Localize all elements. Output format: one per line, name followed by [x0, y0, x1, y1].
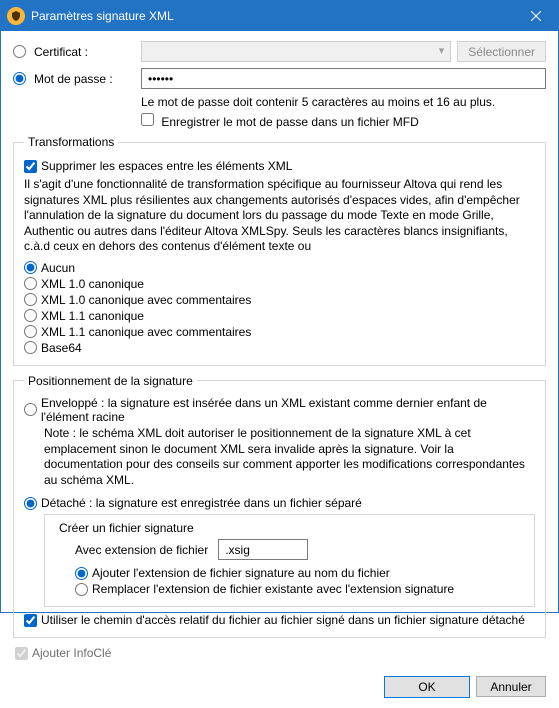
password-radio-row[interactable]: Mot de passe : [13, 72, 141, 86]
save-password-label: Enregistrer le mot de passe dans un fich… [161, 115, 418, 129]
replace-ext-label: Remplacer l'extension de fichier existan… [92, 582, 454, 596]
strip-whitespace-checkbox[interactable] [24, 160, 37, 173]
strip-whitespace-label: Supprimer les espaces entre les éléments… [41, 159, 292, 173]
transform-option-aucun[interactable]: Aucun [24, 261, 535, 275]
extension-input[interactable] [218, 539, 308, 560]
transform-option-xml10[interactable]: XML 1.0 canonique [24, 277, 535, 291]
certificate-combo[interactable] [141, 41, 451, 62]
transform-option-base64[interactable]: Base64 [24, 341, 535, 355]
ok-button[interactable]: OK [384, 676, 470, 698]
save-password-checkbox[interactable] [141, 113, 154, 126]
add-keyinfo-label: Ajouter InfoClé [32, 646, 111, 660]
app-icon [7, 7, 25, 25]
enveloped-label: Enveloppé : la signature est insérée dan… [41, 396, 535, 424]
titlebar: Paramètres signature XML [1, 1, 558, 31]
enveloped-note: Note : le schéma XML doit autoriser le p… [44, 426, 535, 488]
certificate-radio-row[interactable]: Certificat : [13, 45, 141, 59]
password-radio[interactable] [13, 72, 26, 85]
password-input[interactable] [141, 68, 546, 89]
certificate-label: Certificat : [34, 45, 88, 59]
create-signature-file-legend: Créer un fichier signature [55, 521, 198, 535]
transformations-group: Transformations Supprimer les espaces en… [13, 135, 546, 366]
add-keyinfo-checkbox[interactable] [15, 647, 28, 660]
relative-path-label: Utiliser le chemin d'accès relatif du fi… [41, 613, 525, 627]
enveloped-radio-row[interactable]: Enveloppé : la signature est insérée dan… [24, 396, 535, 424]
enveloped-radio[interactable] [24, 403, 37, 416]
window-title: Paramètres signature XML [31, 9, 513, 23]
placement-group: Positionnement de la signature Enveloppé… [13, 374, 546, 638]
append-ext-radio[interactable] [75, 567, 88, 580]
transform-option-xml11[interactable]: XML 1.1 canonique [24, 309, 535, 323]
placement-legend: Positionnement de la signature [24, 374, 197, 388]
create-signature-file-group: Créer un fichier signature Avec extensio… [44, 514, 535, 607]
add-keyinfo-row[interactable]: Ajouter InfoClé [15, 646, 546, 660]
select-certificate-button[interactable]: Sélectionner [457, 41, 546, 62]
replace-ext-row[interactable]: Remplacer l'extension de fichier existan… [75, 582, 524, 596]
detached-radio-row[interactable]: Détaché : la signature est enregistrée d… [24, 496, 535, 510]
transform-option-xml10-comments[interactable]: XML 1.0 canonique avec commentaires [24, 293, 535, 307]
append-ext-label: Ajouter l'extension de fichier signature… [92, 566, 390, 580]
dialog-content: Certificat : Sélectionner Mot de passe :… [1, 31, 558, 670]
transform-option-xml11-comments[interactable]: XML 1.1 canonique avec commentaires [24, 325, 535, 339]
detached-label: Détaché : la signature est enregistrée d… [41, 496, 362, 510]
transformations-description: Il s'agit d'une fonctionnalité de transf… [24, 177, 535, 255]
replace-ext-radio[interactable] [75, 583, 88, 596]
relative-path-checkbox[interactable] [24, 614, 37, 627]
relative-path-row[interactable]: Utiliser le chemin d'accès relatif du fi… [24, 613, 535, 627]
save-password-checkbox-row[interactable]: Enregistrer le mot de passe dans un fich… [141, 113, 419, 129]
transformations-legend: Transformations [24, 135, 118, 149]
cancel-button[interactable]: Annuler [476, 676, 546, 697]
password-hint: Le mot de passe doit contenir 5 caractèr… [141, 95, 546, 109]
close-button[interactable] [513, 1, 558, 31]
append-ext-row[interactable]: Ajouter l'extension de fichier signature… [75, 566, 524, 580]
extension-label: Avec extension de fichier [75, 543, 208, 557]
password-label: Mot de passe : [34, 72, 113, 86]
strip-whitespace-row[interactable]: Supprimer les espaces entre les éléments… [24, 159, 535, 173]
certificate-radio[interactable] [13, 45, 26, 58]
detached-radio[interactable] [24, 497, 37, 510]
dialog-footer: OK Annuler [1, 670, 558, 708]
